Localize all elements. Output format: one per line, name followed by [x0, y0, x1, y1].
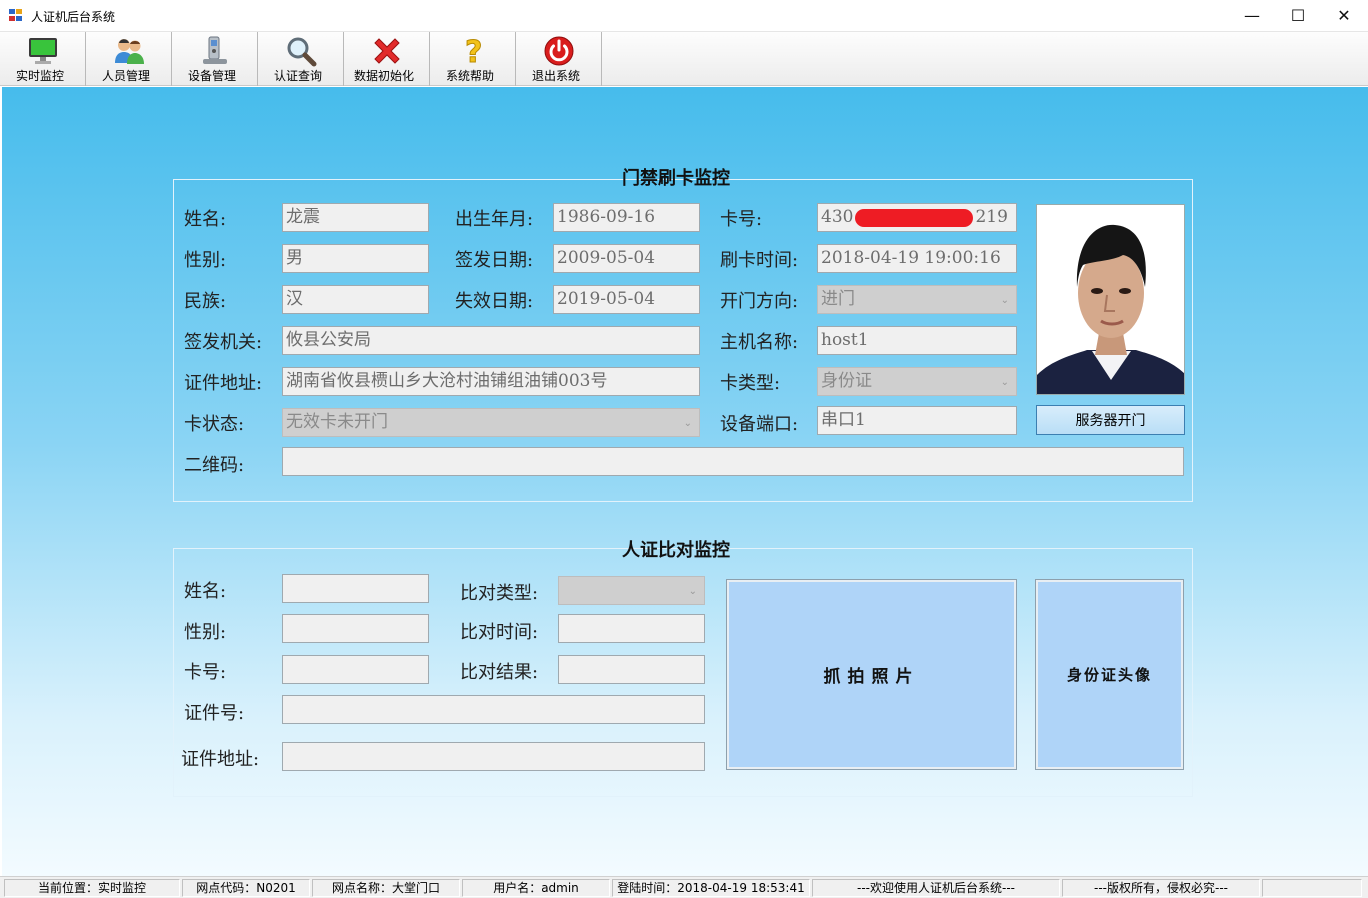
issue-date-field[interactable]: 2009-05-04: [553, 244, 700, 273]
card-status-value: 无效卡未开门: [286, 412, 388, 432]
compare-time-field[interactable]: [558, 614, 705, 643]
maximize-button[interactable]: ☐: [1275, 0, 1321, 31]
chevron-down-icon: ⌄: [1000, 295, 1009, 306]
window-title: 人证机后台系统: [31, 10, 116, 24]
question-icon: ?: [457, 35, 489, 71]
svg-text:?: ?: [465, 35, 482, 67]
main-area: 门禁刷卡监控 姓名: 龙震 性别: 男 民族: 汉 签发机关: 攸县公安局 证件…: [2, 87, 1368, 876]
compare-type-label: 比对类型:: [460, 583, 539, 604]
close-button[interactable]: ✕: [1321, 0, 1367, 31]
name-label: 姓名:: [184, 209, 227, 230]
compare-name-label: 姓名:: [184, 581, 227, 602]
name-field[interactable]: 龙震: [282, 203, 429, 232]
compare-gender-field[interactable]: [282, 614, 429, 643]
gender-label: 性别:: [184, 250, 227, 271]
status-location: 当前位置：实时监控: [4, 879, 180, 897]
host-label: 主机名称:: [720, 332, 799, 353]
compare-time-label: 比对时间:: [460, 622, 539, 643]
authority-field[interactable]: 攸县公安局: [282, 326, 700, 355]
minimize-button[interactable]: —: [1229, 0, 1275, 31]
snapshot-photo-label: 抓拍照片: [823, 667, 920, 687]
host-field[interactable]: host1: [817, 326, 1017, 355]
birth-label: 出生年月:: [455, 209, 534, 230]
card-status-select[interactable]: 无效卡未开门 ⌄: [282, 408, 700, 437]
red-x-icon: [371, 35, 403, 67]
cardno-prefix: 430: [821, 207, 854, 227]
compare-idno-field[interactable]: [282, 695, 705, 724]
cardno-label: 卡号:: [720, 209, 763, 230]
compare-gender-label: 性别:: [184, 622, 227, 643]
direction-value: 进门: [821, 289, 855, 309]
id-card-photo-panel: 身份证头像: [1035, 579, 1184, 770]
status-bar: 当前位置：实时监控 网点代码：N0201 网点名称：大堂门口 用户名：admin…: [0, 876, 1368, 898]
snapshot-photo-panel: 抓拍照片: [726, 579, 1017, 770]
card-type-select[interactable]: 身份证 ⌄: [817, 367, 1017, 396]
compare-cardno-field[interactable]: [282, 655, 429, 684]
expire-date-label: 失效日期:: [455, 291, 534, 312]
swipe-time-label: 刷卡时间:: [720, 250, 799, 271]
chevron-down-icon: ⌄: [688, 586, 697, 597]
status-username: 用户名：admin: [462, 879, 610, 897]
id-photo: [1036, 204, 1185, 395]
toolbar-personnel-button[interactable]: 人员管理: [86, 32, 172, 86]
toolbar-exit-button[interactable]: 退出系统: [516, 32, 602, 86]
status-welcome: ---欢迎使用人证机后台系统---: [812, 879, 1060, 897]
toolbar-data-init-button[interactable]: 数据初始化: [344, 32, 430, 86]
power-icon: [543, 35, 575, 67]
gender-field[interactable]: 男: [282, 244, 429, 273]
address-field[interactable]: 湖南省攸县槚山乡大沧村油铺组油铺003号: [282, 367, 700, 396]
port-field[interactable]: 串口1: [817, 406, 1017, 435]
status-login-time: 登陆时间：2018-04-19 18:53:41: [612, 879, 810, 897]
expire-date-field[interactable]: 2019-05-04: [553, 285, 700, 314]
compare-address-label: 证件地址:: [181, 749, 260, 770]
status-site-code: 网点代码：N0201: [182, 879, 310, 897]
toolbar-device-button[interactable]: 设备管理: [172, 32, 258, 86]
ethnic-label: 民族:: [184, 291, 227, 312]
users-icon: [113, 35, 145, 67]
port-label: 设备端口:: [720, 414, 799, 435]
issue-date-label: 签发日期:: [455, 250, 534, 271]
compare-idno-label: 证件号:: [184, 703, 245, 724]
qr-field[interactable]: [282, 447, 1184, 476]
direction-select[interactable]: 进门 ⌄: [817, 285, 1017, 314]
card-type-label: 卡类型:: [720, 373, 781, 394]
compare-type-select[interactable]: ⌄: [558, 576, 705, 605]
compare-name-field[interactable]: [282, 574, 429, 603]
birth-field[interactable]: 1986-09-16: [553, 203, 700, 232]
magnifier-icon: [285, 35, 317, 67]
id-card-photo-label: 身份证头像: [1066, 666, 1152, 684]
redaction-mark: [855, 208, 974, 227]
card-type-value: 身份证: [821, 371, 872, 391]
toolbar-help-button[interactable]: ? 系统帮助: [430, 32, 516, 86]
toolbar-realtime-monitor-button[interactable]: 实时监控: [0, 32, 86, 86]
cardno-field[interactable]: 430 219: [817, 203, 1017, 232]
compare-monitor-title: 人证比对监控: [622, 540, 730, 561]
toolbar-auth-query-button[interactable]: 认证查询: [258, 32, 344, 86]
toolbar: 实时监控 人员管理 设备管理 认证查询 数据初始化 ? 系统帮助 退出系统: [0, 32, 1368, 86]
ethnic-field[interactable]: 汉: [282, 285, 429, 314]
app-icon: [9, 9, 23, 22]
status-copyright: ---版权所有，侵权必究---: [1062, 879, 1260, 897]
status-site-name: 网点名称：大堂门口: [312, 879, 460, 897]
chevron-down-icon: ⌄: [683, 418, 692, 429]
authority-label: 签发机关:: [184, 332, 263, 353]
title-bar: 人证机后台系统 — ☐ ✕: [0, 0, 1368, 32]
address-label: 证件地址:: [184, 373, 263, 394]
monitor-icon: [27, 35, 59, 67]
card-status-label: 卡状态:: [184, 414, 245, 435]
device-icon: [199, 35, 231, 67]
server-open-door-button[interactable]: 服务器开门: [1036, 405, 1185, 435]
chevron-down-icon: ⌄: [1000, 377, 1009, 388]
compare-result-label: 比对结果:: [460, 662, 539, 683]
compare-result-field[interactable]: [558, 655, 705, 684]
status-empty: [1262, 879, 1362, 897]
access-monitor-title: 门禁刷卡监控: [622, 168, 730, 189]
swipe-time-field[interactable]: 2018-04-19 19:00:16: [817, 244, 1017, 273]
cardno-suffix: 219: [975, 207, 1008, 227]
qr-label: 二维码:: [184, 455, 245, 476]
compare-cardno-label: 卡号:: [184, 662, 227, 683]
direction-label: 开门方向:: [720, 291, 799, 312]
compare-address-field[interactable]: [282, 742, 705, 771]
